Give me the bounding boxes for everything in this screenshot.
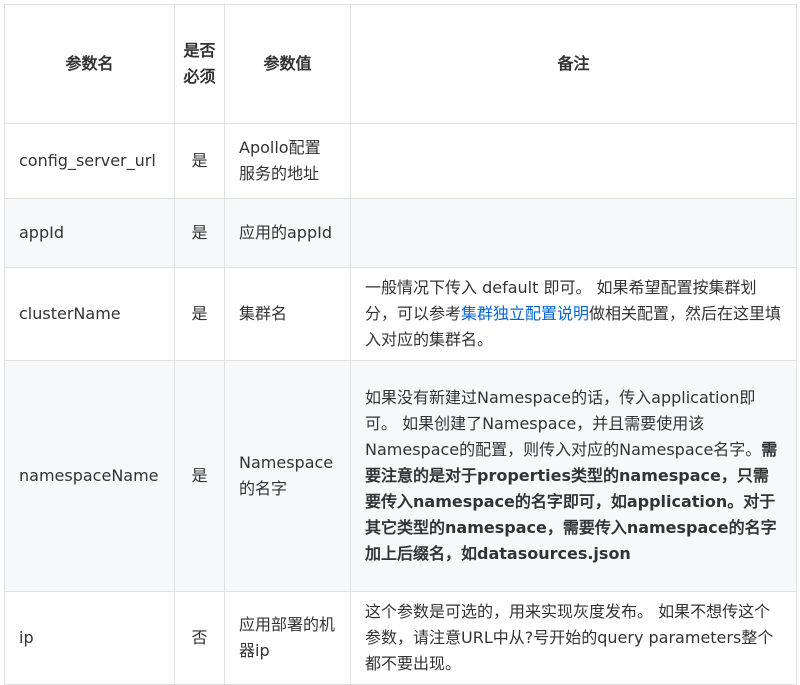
param-name-cell: appId bbox=[4, 198, 175, 268]
table-row: clusterName 是 集群名 一般情况下传入 default 即可。 如果… bbox=[4, 267, 797, 361]
note-cell: 一般情况下传入 default 即可。 如果希望配置按集群划分，可以参考集群独立… bbox=[350, 267, 797, 361]
note-text: 这个参数是可选的，用来实现灰度发布。 如果不想传这个参数，请注意URL中从?号开… bbox=[365, 602, 774, 673]
note-text: 如果没有新建过Namespace的话，传入application即可。 如果创建… bbox=[365, 388, 762, 459]
header-required: 是否必须 bbox=[174, 4, 225, 124]
note-cell: 这个参数是可选的，用来实现灰度发布。 如果不想传这个参数，请注意URL中从?号开… bbox=[350, 591, 797, 685]
cluster-config-doc-link[interactable]: 集群独立配置说明 bbox=[461, 304, 589, 323]
table-header-row: 参数名 是否必须 参数值 备注 bbox=[4, 4, 797, 124]
header-note: 备注 bbox=[350, 4, 797, 124]
required-cell: 否 bbox=[174, 591, 225, 685]
note-cell bbox=[350, 123, 797, 199]
param-name-cell: config_server_url bbox=[4, 123, 175, 199]
table-row: appId 是 应用的appId bbox=[4, 198, 797, 268]
param-value-cell: 集群名 bbox=[224, 267, 351, 361]
table-row: ip 否 应用部署的机器ip 这个参数是可选的，用来实现灰度发布。 如果不想传这… bbox=[4, 591, 797, 685]
header-param-value: 参数值 bbox=[224, 4, 351, 124]
note-cell: 如果没有新建过Namespace的话，传入application即可。 如果创建… bbox=[350, 360, 797, 592]
param-value-cell: Namespace的名字 bbox=[224, 360, 351, 592]
param-name-cell: ip bbox=[4, 591, 175, 685]
param-value-cell: Apollo配置服务的地址 bbox=[224, 123, 351, 199]
note-cell bbox=[350, 198, 797, 268]
parameter-table: 参数名 是否必须 参数值 备注 config_server_url 是 Apol… bbox=[4, 4, 797, 685]
required-cell: 是 bbox=[174, 360, 225, 592]
required-cell: 是 bbox=[174, 267, 225, 361]
param-value-cell: 应用的appId bbox=[224, 198, 351, 268]
param-name-cell: clusterName bbox=[4, 267, 175, 361]
param-value-cell: 应用部署的机器ip bbox=[224, 591, 351, 685]
required-cell: 是 bbox=[174, 198, 225, 268]
required-cell: 是 bbox=[174, 123, 225, 199]
table-row: namespaceName 是 Namespace的名字 如果没有新建过Name… bbox=[4, 360, 797, 592]
header-param-name: 参数名 bbox=[4, 4, 175, 124]
table-row: config_server_url 是 Apollo配置服务的地址 bbox=[4, 123, 797, 199]
param-name-cell: namespaceName bbox=[4, 360, 175, 592]
